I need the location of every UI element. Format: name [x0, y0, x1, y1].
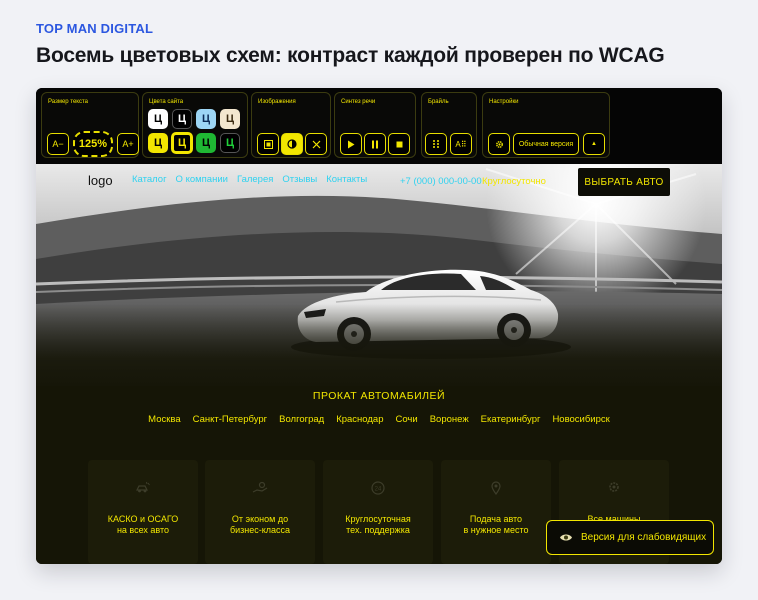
close-icon [312, 140, 320, 148]
images-group: Изображения [251, 92, 331, 158]
feature-text: КАСКО и ОСАГО на всех авто [92, 514, 194, 536]
braille-group: Брайль A⠿ [421, 92, 477, 158]
site-header: logo Каталог О компании Галерея Отзывы К… [36, 164, 722, 198]
feature-line: на всех авто [116, 525, 170, 535]
svg-text:24: 24 [375, 487, 382, 493]
color-scheme-label: Цвета сайта [149, 99, 184, 105]
speech-stop-button[interactable] [388, 133, 410, 155]
working-hours: Круглосуточно [482, 176, 546, 187]
city-link[interactable]: Воронеж [430, 414, 469, 425]
pause-icon [372, 140, 378, 148]
text-size-label: Размер текста [48, 99, 89, 105]
website-content: logo Каталог О компании Галерея Отзывы К… [36, 164, 722, 564]
nav-link-reviews[interactable]: Отзывы [282, 174, 317, 185]
braille-dots-button[interactable] [425, 133, 447, 155]
gear-icon [495, 140, 503, 148]
color-scheme-swatch[interactable]: Ц [220, 109, 240, 129]
eye-icon [560, 534, 572, 541]
color-scheme-swatch[interactable]: Ц [148, 109, 168, 129]
text-size-group: Размер текста A− 125% A+ [41, 92, 139, 158]
feature-text: Круглосуточная тех. поддержка [327, 514, 429, 536]
image-square-icon [263, 139, 273, 149]
brand-label: TOP MAN DIGITAL [36, 21, 154, 36]
website-preview: Размер текста A− 125% A+ Цвета сайта ЦЦЦ… [36, 88, 722, 564]
map-pin-icon [491, 481, 501, 496]
gear-car-icon [609, 482, 619, 492]
nav-link-catalog[interactable]: Каталог [132, 174, 167, 185]
phone-number[interactable]: +7 (000) 000-00-00 [400, 176, 482, 187]
city-link[interactable]: Краснодар [336, 414, 383, 425]
nav-link-contacts[interactable]: Контакты [326, 174, 367, 185]
collapse-toolbar-button[interactable]: ▲ [583, 133, 605, 155]
car-crash-icon [136, 481, 150, 493]
color-scheme-swatch[interactable]: Ц [172, 109, 192, 129]
city-link[interactable]: Сочи [396, 414, 418, 425]
feature-card-classes: От эконом до бизнес-класса [205, 460, 315, 564]
color-scheme-swatch[interactable]: Ц [220, 133, 240, 153]
low-vision-version-button[interactable]: Версия для слабовидящих [546, 520, 714, 555]
city-link[interactable]: Москва [148, 414, 180, 425]
color-scheme-swatch[interactable]: Ц [171, 132, 193, 154]
speech-group: Синтез речи [334, 92, 416, 158]
normal-version-button[interactable]: Обычная версия [513, 133, 579, 155]
hero-banner: logo Каталог О компании Галерея Отзывы К… [36, 164, 722, 386]
settings-group: Настройки Обычная версия ▲ [482, 92, 610, 158]
settings-gear-button[interactable] [488, 133, 510, 155]
images-off-button[interactable] [305, 133, 327, 155]
color-scheme-group: Цвета сайта ЦЦЦЦЦЦЦЦ [142, 92, 248, 158]
city-link[interactable]: Новосибирск [552, 414, 609, 425]
speech-play-button[interactable] [340, 133, 362, 155]
braille-label: Брайль [428, 99, 449, 105]
choose-car-button[interactable]: ВЫБРАТЬ АВТО [578, 168, 670, 196]
speech-pause-button[interactable] [364, 133, 386, 155]
nav-link-gallery[interactable]: Галерея [237, 174, 273, 185]
feature-card-delivery: Подача авто в нужное место [441, 460, 551, 564]
accessibility-toolbar: Размер текста A− 125% A+ Цвета сайта ЦЦЦ… [36, 88, 722, 164]
settings-label: Настройки [489, 99, 519, 105]
braille-text-button[interactable]: A⠿ [450, 133, 472, 155]
feature-line: КАСКО и ОСАГО [107, 514, 179, 524]
hero-title: ПРОКАТ АВТОМАБИЛЕЙ [312, 390, 446, 402]
main-nav: Каталог О компании Галерея Отзывы Контак… [132, 174, 367, 185]
hero-fade-overlay [36, 304, 722, 386]
speech-label: Синтез речи [341, 99, 376, 105]
stop-icon [396, 141, 402, 147]
city-link[interactable]: Санкт-Петербург [193, 414, 268, 425]
low-vision-label: Версия для слабовидящих [581, 532, 707, 543]
clock-24-icon: 24 [371, 481, 385, 495]
city-link[interactable]: Екатеринбург [481, 414, 541, 425]
text-size-value: 125% [73, 131, 113, 157]
feature-line: бизнес-класса [229, 525, 291, 535]
color-scheme-swatch[interactable]: Ц [148, 133, 168, 153]
feature-line: в нужное место [463, 525, 529, 535]
images-on-button[interactable] [257, 133, 279, 155]
color-scheme-swatch[interactable]: Ц [196, 133, 216, 153]
feature-line: Подача авто [469, 514, 523, 524]
feature-line: тех. поддержка [346, 525, 410, 535]
half-circle-icon [287, 139, 297, 149]
feature-card-insurance: КАСКО и ОСАГО на всех авто [88, 460, 198, 564]
images-label: Изображения [258, 99, 296, 105]
color-scheme-swatch[interactable]: Ц [196, 109, 216, 129]
feature-line: Круглосуточная [345, 514, 411, 524]
feature-text: От эконом до бизнес-класса [209, 514, 311, 536]
page-headline: Восемь цветовых схем: контраст каждой пр… [36, 44, 665, 67]
hand-money-icon [252, 481, 268, 493]
city-link[interactable]: Волгоград [279, 414, 324, 425]
play-icon [348, 140, 355, 148]
feature-line: От эконом до [231, 514, 289, 524]
feature-text: Подача авто в нужное место [445, 514, 547, 536]
images-grayscale-button[interactable] [281, 133, 303, 155]
text-decrease-button[interactable]: A− [47, 133, 69, 155]
nav-link-about[interactable]: О компании [176, 174, 228, 185]
text-increase-button[interactable]: A+ [117, 133, 139, 155]
city-list: Москва Санкт-Петербург Волгоград Краснод… [36, 414, 722, 425]
braille-dots-icon [433, 140, 439, 148]
feature-card-support: 24 Круглосуточная тех. поддержка [323, 460, 433, 564]
site-logo[interactable]: logo [88, 173, 113, 188]
